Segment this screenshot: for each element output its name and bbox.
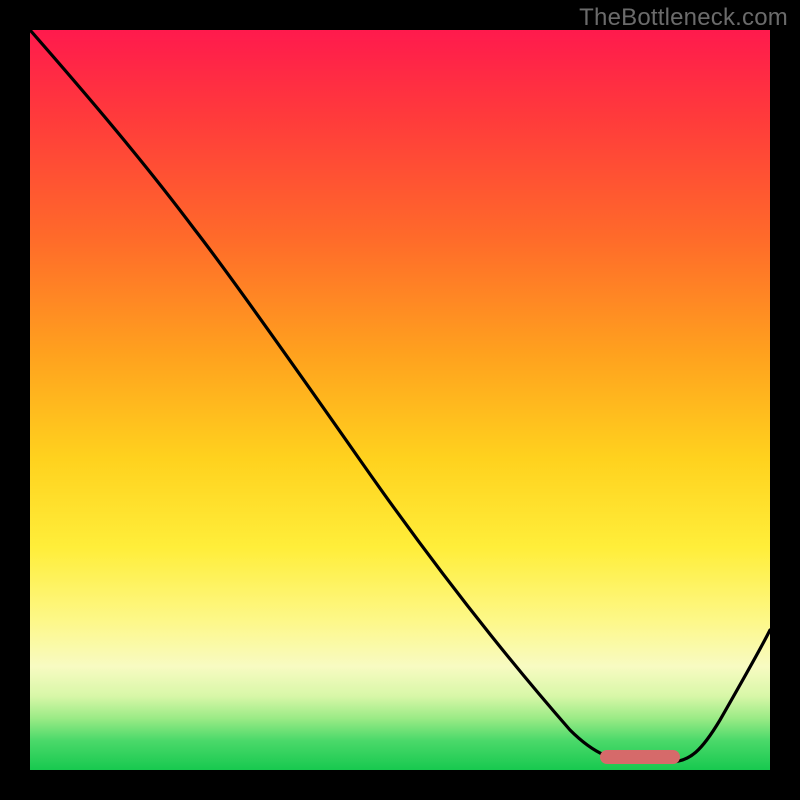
chart-overlay-svg [30,30,770,770]
sweet-spot-marker [600,750,680,764]
watermark-text: TheBottleneck.com [579,4,788,32]
chart-plot-area [30,30,770,770]
bottleneck-curve [30,30,770,762]
chart-frame: TheBottleneck.com [0,0,800,800]
